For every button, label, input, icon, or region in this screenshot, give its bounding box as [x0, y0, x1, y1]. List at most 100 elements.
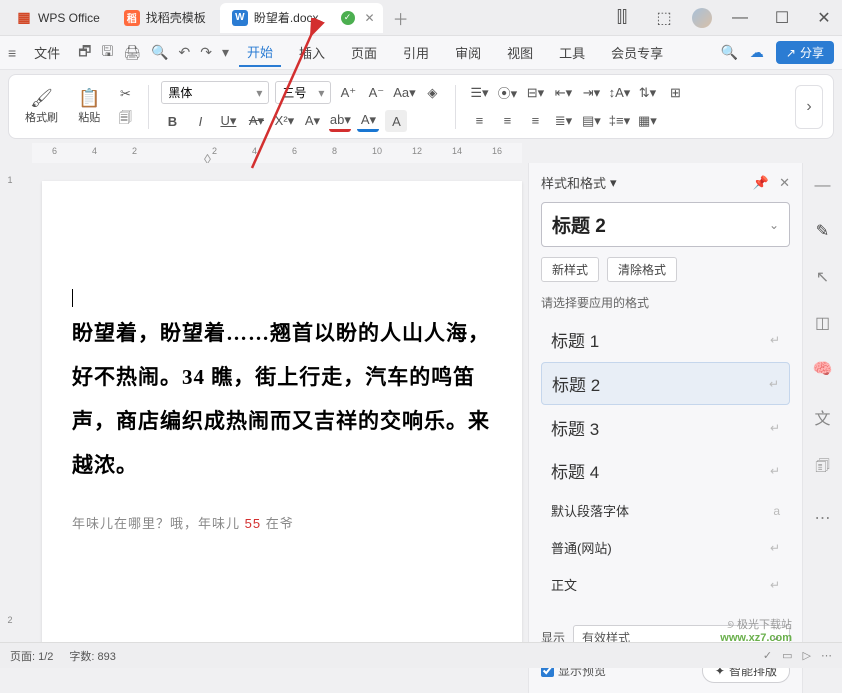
sort-icon[interactable]: ⇅▾: [636, 82, 658, 104]
increase-font-icon[interactable]: A⁺: [337, 82, 359, 104]
tab-stops-icon[interactable]: ⊞: [664, 82, 686, 104]
cut-icon[interactable]: ✂: [114, 83, 136, 105]
clear-format-button[interactable]: 清除格式: [607, 257, 677, 282]
menu-start[interactable]: 开始: [239, 38, 281, 67]
style-item-default-font[interactable]: 默认段落字体 a: [541, 493, 790, 528]
heading-level-indicator[interactable]: H₂ ⋮⋮: [20, 316, 24, 329]
tab-template[interactable]: 稻 找稻壳模板: [112, 3, 218, 33]
bold-button[interactable]: B: [161, 110, 183, 132]
close-panel-icon[interactable]: ✕: [779, 175, 790, 191]
format-brush-button[interactable]: 🖌 格式刷: [19, 86, 64, 127]
undo-icon[interactable]: ↶: [179, 44, 191, 61]
char-shading-button[interactable]: A: [385, 110, 407, 132]
current-style-box[interactable]: 标题 2 ⌄: [541, 202, 790, 247]
print-icon[interactable]: 🖨: [123, 44, 141, 61]
redo-icon[interactable]: ↷: [200, 44, 212, 61]
new-tab-button[interactable]: ＋: [383, 6, 419, 30]
copy-icon[interactable]: 🗐: [114, 109, 136, 131]
menu-tools[interactable]: 工具: [551, 39, 593, 66]
paste-button[interactable]: 📋 粘贴: [72, 86, 106, 127]
distribute-icon[interactable]: ▤▾: [580, 110, 602, 132]
superscript-button[interactable]: X²▾: [273, 110, 295, 132]
window-maximize[interactable]: ☐: [768, 8, 796, 28]
dropdown-icon[interactable]: ▾: [222, 44, 229, 61]
preview-icon[interactable]: 🔍: [151, 44, 168, 61]
clear-format-icon[interactable]: ◈: [421, 82, 443, 104]
reader-icon[interactable]: ⫿⫿: [608, 9, 636, 27]
align-left-icon[interactable]: ≡: [468, 110, 490, 132]
font-color-button[interactable]: A▾: [357, 110, 379, 132]
line-spacing-icon[interactable]: ‡≡▾: [608, 110, 630, 132]
underline-button[interactable]: U▾: [217, 110, 239, 132]
more-tools-icon[interactable]: ⋯: [815, 508, 831, 528]
menu-file[interactable]: 文件: [26, 39, 68, 66]
shapes-icon[interactable]: ◫: [815, 313, 830, 333]
indent-icon[interactable]: ⇥▾: [580, 82, 602, 104]
shading-icon[interactable]: ▦▾: [636, 110, 658, 132]
style-item-heading1[interactable]: 标题 1 ↵: [541, 319, 790, 360]
outdent-icon[interactable]: ⇤▾: [552, 82, 574, 104]
bullet-list-icon[interactable]: ☰▾: [468, 82, 490, 104]
menu-view[interactable]: 视图: [499, 39, 541, 66]
translate-icon[interactable]: 文: [814, 405, 830, 429]
heading-paragraph[interactable]: 盼望着，盼望着……翘首以盼的人山人海，好不热闹。34 瞧，街上行走，汽车的鸣笛声…: [72, 311, 492, 487]
style-item-heading4[interactable]: 标题 4 ↵: [541, 450, 790, 491]
reading-mode-icon[interactable]: ▭: [782, 649, 792, 662]
text-direction-icon[interactable]: ↕A▾: [608, 82, 630, 104]
hamburger-icon[interactable]: ≡: [8, 45, 16, 61]
body-paragraph[interactable]: 年味儿在哪里？哦，年味儿 55 在爷: [72, 513, 492, 532]
tab-close-icon[interactable]: ✕: [365, 11, 375, 25]
user-avatar[interactable]: [692, 8, 712, 28]
italic-button[interactable]: I: [189, 110, 211, 132]
style-item-heading2[interactable]: 标题 2 ↵: [541, 362, 790, 405]
tab-wps-office[interactable]: ▦ WPS Office: [4, 3, 112, 33]
menu-reference[interactable]: 引用: [395, 39, 437, 66]
pin-icon[interactable]: 📌: [753, 175, 769, 191]
box-icon[interactable]: ⬚: [650, 8, 678, 28]
new-style-button[interactable]: 新样式: [541, 257, 599, 282]
tab-document-active[interactable]: W 盼望着.docx ✓ ✕: [220, 3, 383, 33]
align-center-icon[interactable]: ≡: [496, 110, 518, 132]
cloud-icon[interactable]: ☁: [750, 44, 764, 61]
style-item-heading3[interactable]: 标题 3 ↵: [541, 407, 790, 448]
more-icon[interactable]: ⋯: [821, 649, 832, 662]
spellcheck-icon[interactable]: ✓: [763, 649, 772, 662]
document-viewport[interactable]: H₂ ⋮⋮ 盼望着，盼望着……翘首以盼的人山人海，好不热闹。34 瞧，街上行走，…: [20, 163, 528, 693]
cursor-select-icon[interactable]: ↖: [816, 267, 829, 287]
brain-icon[interactable]: 🧠: [813, 359, 833, 379]
save-icon[interactable]: 🖫: [101, 41, 113, 65]
ruler[interactable]: 6 4 2 2 4 6 8 10 12 14 16 ◊: [32, 143, 522, 163]
pencil-icon[interactable]: ✎: [816, 221, 829, 241]
font-family-select[interactable]: 黑体 ▾: [161, 81, 269, 104]
play-icon[interactable]: ▷: [803, 649, 811, 662]
multilevel-list-icon[interactable]: ⊟▾: [524, 82, 546, 104]
menu-member[interactable]: 会员专享: [603, 39, 671, 66]
align-right-icon[interactable]: ≡: [524, 110, 546, 132]
number-list-icon[interactable]: ⦿▾: [496, 82, 518, 104]
style-item-body[interactable]: 正文 ↵: [541, 567, 790, 602]
menu-review[interactable]: 审阅: [447, 39, 489, 66]
menu-page[interactable]: 页面: [343, 39, 385, 66]
menu-insert[interactable]: 插入: [291, 39, 333, 66]
font-size-select[interactable]: 三号 ▾: [275, 81, 331, 104]
change-case-icon[interactable]: Aa▾: [393, 82, 415, 104]
share-button[interactable]: ↗ 分享: [776, 41, 834, 64]
window-minimize[interactable]: —: [726, 9, 754, 27]
page-indicator[interactable]: 页面: 1/2: [10, 648, 53, 664]
decrease-font-icon[interactable]: A⁻: [365, 82, 387, 104]
highlight-color-button[interactable]: ab▾: [329, 110, 351, 132]
export-icon[interactable]: 🗗: [78, 41, 91, 65]
panel-title-dropdown[interactable]: 样式和格式 ▾: [541, 173, 617, 192]
search-icon[interactable]: 🔍: [720, 44, 737, 61]
ribbon-expand-button[interactable]: ›: [795, 85, 823, 129]
strikethrough-button[interactable]: A▾: [245, 110, 267, 132]
note-icon[interactable]: 🗊: [815, 455, 830, 482]
window-close[interactable]: ✕: [810, 8, 838, 28]
document-page[interactable]: H₂ ⋮⋮ 盼望着，盼望着……翘首以盼的人山人海，好不热闹。34 瞧，街上行走，…: [42, 181, 522, 661]
word-count[interactable]: 字数: 893: [69, 648, 115, 664]
style-item-normal-web[interactable]: 普通(网站) ↵: [541, 530, 790, 565]
align-justify-icon[interactable]: ≣▾: [552, 110, 574, 132]
minus-icon[interactable]: —: [815, 177, 831, 195]
drag-handle-icon[interactable]: ⋮⋮: [20, 316, 24, 329]
text-effect-button[interactable]: A▾: [301, 110, 323, 132]
